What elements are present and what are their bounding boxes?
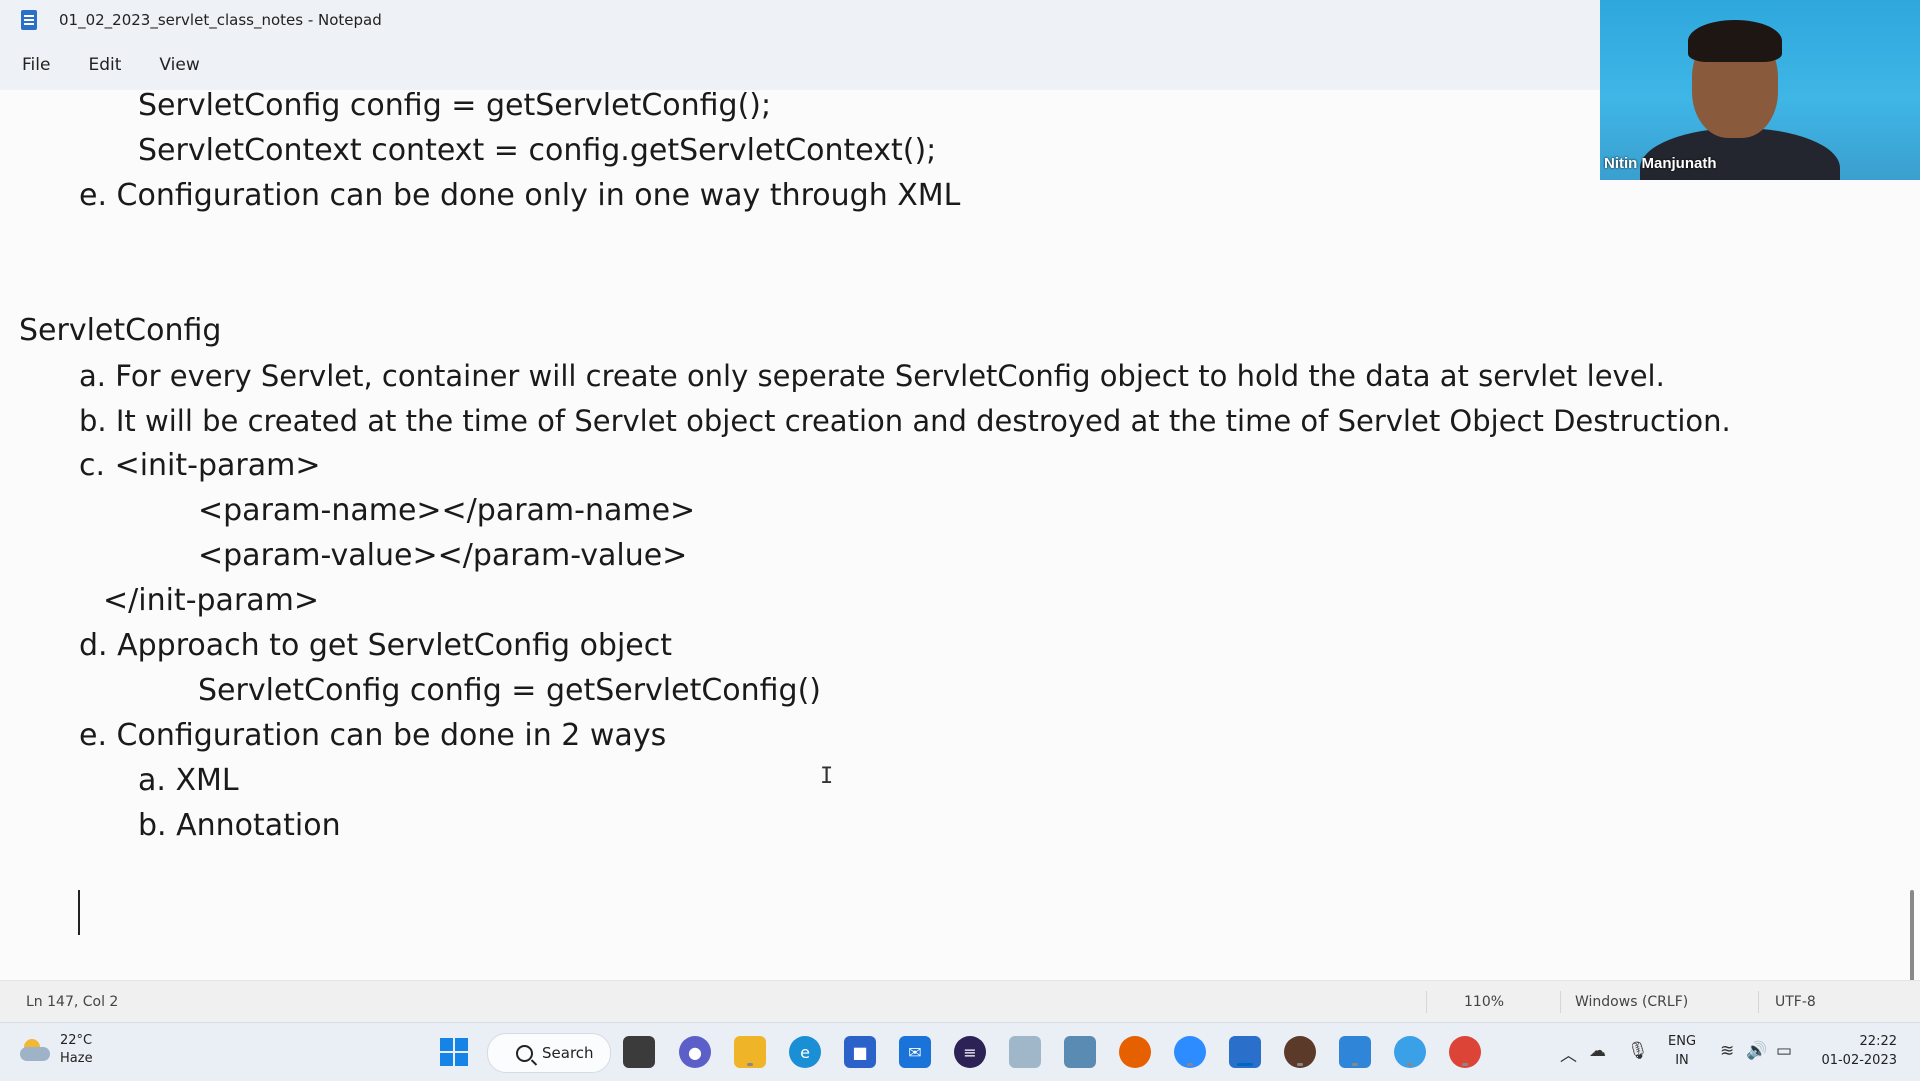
battery-icon[interactable]: ▭ <box>1776 1041 1792 1061</box>
video-tile[interactable]: Nitin Manjunath <box>1600 0 1920 180</box>
editor-line: ServletConfig config = getServletConfig(… <box>198 673 822 708</box>
editor-line: <param-value></param-value> <box>198 538 688 573</box>
windows-icon <box>440 1038 468 1066</box>
weather-description: Haze <box>60 1051 93 1066</box>
zoom-level: 110% <box>1464 994 1505 1010</box>
editor-line: c. <init-param> <box>79 448 321 483</box>
text-editor[interactable]: ServletConfig config = getServletConfig(… <box>0 90 1920 980</box>
notepad-taskbar-icon[interactable] <box>1229 1036 1261 1068</box>
participant-name: Nitin Manjunath <box>1604 155 1717 172</box>
app-icon[interactable] <box>1009 1036 1041 1068</box>
cloud-icon[interactable]: ☁ <box>1589 1041 1606 1061</box>
window-title: 01_02_2023_servlet_class_notes - Notepad <box>59 11 382 29</box>
ibeam-cursor-icon: I <box>820 764 834 789</box>
taskbar: 22°C Haze Search ● e ■ ✉ ≡ ︿ ☁ 🎙 ENG IN … <box>0 1022 1920 1081</box>
editor-line: ServletContext context = config.getServl… <box>138 133 937 168</box>
editor-line: ServletConfig config = getServletConfig(… <box>138 90 772 123</box>
chrome-icon[interactable] <box>1449 1036 1481 1068</box>
weather-temperature: 22°C <box>60 1033 93 1048</box>
editor-line: </init-param> <box>103 583 320 618</box>
search-label: Search <box>542 1044 594 1062</box>
app-icon[interactable] <box>1394 1036 1426 1068</box>
weather-icon <box>20 1039 50 1061</box>
zoom-icon[interactable] <box>1174 1036 1206 1068</box>
app-icon[interactable] <box>1284 1036 1316 1068</box>
weather-widget[interactable]: 22°C Haze <box>20 1032 93 1068</box>
firefox-icon[interactable] <box>1119 1036 1151 1068</box>
status-divider <box>1426 991 1427 1013</box>
cursor-position: Ln 147, Col 2 <box>26 994 119 1010</box>
eclipse-icon[interactable]: ≡ <box>954 1036 986 1068</box>
editor-line: ServletConfig <box>19 313 222 348</box>
app-icon[interactable] <box>1339 1036 1371 1068</box>
editor-line: <param-name></param-name> <box>198 493 696 528</box>
search-icon <box>516 1044 533 1062</box>
edge-icon[interactable]: e <box>789 1036 821 1068</box>
notepad-icon <box>21 10 37 30</box>
clock-date: 01-02-2023 <box>1821 1053 1897 1068</box>
volume-icon[interactable]: 🔊 <box>1746 1041 1767 1061</box>
menu-view[interactable]: View <box>153 51 205 79</box>
editor-line: e. Configuration can be done only in one… <box>79 178 961 213</box>
editor-line: b. Annotation <box>138 808 341 843</box>
encoding: UTF-8 <box>1775 994 1816 1010</box>
editor-line: b. It will be created at the time of Ser… <box>79 404 1731 438</box>
chat-icon[interactable]: ● <box>679 1036 711 1068</box>
mail-icon[interactable]: ✉ <box>899 1036 931 1068</box>
line-ending: Windows (CRLF) <box>1575 994 1689 1010</box>
clock-time: 22:22 <box>1859 1034 1897 1049</box>
vertical-scrollbar[interactable] <box>1910 890 1914 980</box>
menu-file[interactable]: File <box>16 51 56 79</box>
menu-edit[interactable]: Edit <box>82 51 127 79</box>
wifi-icon[interactable]: ≋ <box>1720 1041 1734 1061</box>
taskbar-search[interactable]: Search <box>487 1033 611 1073</box>
chevron-up-icon[interactable]: ︿ <box>1560 1041 1577 1066</box>
text-caret <box>78 890 80 935</box>
snipping-tool-icon[interactable] <box>1064 1036 1096 1068</box>
editor-line: d. Approach to get ServletConfig object <box>79 628 673 663</box>
start-button[interactable] <box>438 1036 470 1068</box>
store-icon[interactable]: ■ <box>844 1036 876 1068</box>
status-divider <box>1758 991 1759 1013</box>
editor-line: a. For every Servlet, container will cre… <box>79 359 1665 393</box>
task-view-icon[interactable] <box>623 1036 655 1068</box>
clock[interactable]: 22:22 01-02-2023 <box>1821 1032 1897 1070</box>
region-code: IN <box>1675 1053 1689 1068</box>
status-divider <box>1560 991 1561 1013</box>
editor-line: e. Configuration can be done in 2 ways <box>79 718 667 753</box>
microphone-icon[interactable]: 🎙 <box>1627 1041 1649 1061</box>
language-indicator[interactable]: ENG IN <box>1668 1032 1696 1070</box>
status-bar: Ln 147, Col 2 110% Windows (CRLF) UTF-8 <box>0 980 1920 1023</box>
participant-hair <box>1688 20 1782 62</box>
language-code: ENG <box>1668 1034 1697 1049</box>
editor-line: a. XML <box>138 763 239 798</box>
file-explorer-icon[interactable] <box>734 1036 766 1068</box>
